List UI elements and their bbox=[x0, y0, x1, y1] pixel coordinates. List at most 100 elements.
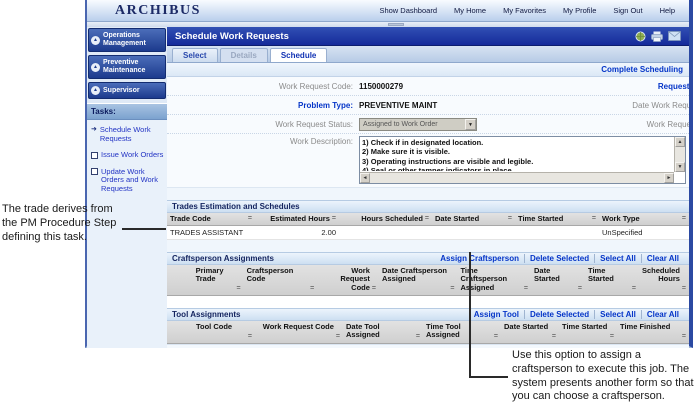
envelope-icon[interactable] bbox=[668, 31, 681, 41]
task-issue-work-orders[interactable]: Issue Work Orders bbox=[91, 150, 165, 160]
column-header-trade-code[interactable]: Trade Code = bbox=[167, 213, 255, 225]
date-work-requested-label: Date Work Requested: bbox=[632, 101, 689, 110]
task-schedule-work-requests[interactable]: ➜ Schedule Work Requests bbox=[91, 125, 165, 143]
column-header-date-tool-assigned[interactable]: Date Tool Assigned = bbox=[343, 321, 423, 343]
work-description-textarea[interactable]: 1) Check if in designated location. 2) M… bbox=[359, 136, 686, 184]
column-header-primary-trade[interactable]: Primary Trade = bbox=[193, 265, 244, 295]
sidebar-button-supervisor[interactable]: ▲ Supervisor bbox=[88, 82, 166, 99]
work-description-label: Work Description: bbox=[290, 137, 353, 146]
column-header-work-request-code[interactable]: Work Request Code = bbox=[317, 265, 379, 295]
menu-my-profile[interactable]: My Profile bbox=[563, 6, 596, 15]
assign-craftsperson-link[interactable]: Assign Craftsperson bbox=[435, 254, 524, 263]
printer-icon[interactable] bbox=[651, 31, 663, 42]
collapse-handle-icon[interactable] bbox=[388, 23, 404, 26]
estimated-hours-cell: 2.00 bbox=[321, 227, 336, 237]
sort-icon: = bbox=[681, 215, 686, 222]
clear-all-link[interactable]: Clear All bbox=[642, 254, 684, 263]
scroll-right-icon[interactable]: ► bbox=[664, 173, 674, 183]
spacer bbox=[167, 239, 689, 252]
sort-icon: = bbox=[247, 215, 252, 222]
sidebar-button-preventive-maintenance[interactable]: ▲ Preventive Maintenance bbox=[88, 55, 166, 79]
menu-my-favorites[interactable]: My Favorites bbox=[503, 6, 546, 15]
chevron-down-icon[interactable]: ▼ bbox=[465, 118, 476, 130]
sort-icon: = bbox=[247, 333, 252, 340]
sort-icon: = bbox=[371, 285, 376, 292]
table-row-trades[interactable]: TRADES ASSISTANT 2.00 UnSpecified bbox=[167, 225, 689, 240]
menu-my-home[interactable]: My Home bbox=[454, 6, 486, 15]
work-request-status-value: Assigned to Work Order bbox=[363, 120, 438, 128]
column-header-date-started[interactable]: Date Started = bbox=[531, 265, 585, 295]
tool-table-header: Tool Code = Work Request Code = Date Tool … bbox=[167, 320, 689, 344]
archibus-app-window: ARCHIBUS Show Dashboard My Home My Favor… bbox=[85, 0, 693, 348]
sort-icon: = bbox=[609, 333, 614, 340]
scroll-up-icon[interactable]: ▲ bbox=[675, 137, 685, 147]
work-request-step-status-label: Work Request Step Status: bbox=[646, 120, 689, 129]
column-header-work-type[interactable]: Work Type = bbox=[599, 213, 689, 225]
column-header-tool-code[interactable]: Tool Code = bbox=[193, 321, 255, 343]
requested-by-label[interactable]: Requested by: bbox=[467, 82, 689, 91]
column-header-date-started[interactable]: Date Started = bbox=[501, 321, 559, 343]
delete-selected-link[interactable]: Delete Selected bbox=[525, 310, 594, 319]
page-title: Schedule Work Requests bbox=[175, 30, 289, 42]
sidebar-button-operations-management[interactable]: ▲ Operations Management bbox=[88, 28, 166, 52]
column-header-craftsperson-code[interactable]: Craftsperson Code = bbox=[244, 265, 318, 295]
column-header-time-started[interactable]: Time Started = bbox=[515, 213, 599, 225]
annotation-trade-note: The trade derives from the PM Procedure … bbox=[2, 203, 117, 243]
circle-arrow-icon: ▲ bbox=[91, 62, 100, 72]
vertical-scrollbar[interactable]: ▲ ▼ bbox=[674, 137, 685, 172]
circle-arrow-icon: ▲ bbox=[91, 35, 100, 45]
complete-scheduling-link[interactable]: Complete Scheduling bbox=[601, 65, 683, 74]
sidebar: ▲ Operations Management ▲ Preventive Mai… bbox=[87, 27, 167, 348]
assign-tool-link[interactable]: Assign Tool bbox=[469, 310, 524, 319]
craftsperson-empty-rows bbox=[167, 295, 689, 308]
work-request-status-label: Work Request Status: bbox=[275, 120, 353, 129]
column-header-work-request-code[interactable]: Work Request Code = bbox=[255, 321, 343, 343]
column-header-date-craftsperson-assigned[interactable]: Date Craftsperson Assigned = bbox=[379, 265, 457, 295]
scroll-left-icon[interactable]: ◄ bbox=[360, 173, 370, 183]
column-header-time-finished[interactable]: Time Finished = bbox=[617, 321, 689, 343]
menu-sign-out[interactable]: Sign Out bbox=[613, 6, 642, 15]
sort-icon: = bbox=[424, 215, 429, 222]
callout-line-craftsperson-horizontal bbox=[469, 376, 508, 378]
column-header-time-started[interactable]: Time Started = bbox=[585, 265, 639, 295]
sort-icon: = bbox=[450, 285, 455, 292]
work-type-cell: UnSpecified bbox=[602, 227, 643, 237]
delete-selected-link[interactable]: Delete Selected bbox=[525, 254, 594, 263]
tool-empty-rows bbox=[167, 343, 689, 348]
task-label: Issue Work Orders bbox=[101, 150, 164, 159]
sort-icon: = bbox=[335, 333, 340, 340]
sort-icon: = bbox=[631, 285, 636, 292]
work-request-status-dropdown[interactable]: Assigned to Work Order ▼ bbox=[359, 117, 477, 131]
top-menu-bar: ARCHIBUS Show Dashboard My Home My Favor… bbox=[87, 0, 689, 22]
column-header-scheduled-hours[interactable]: Scheduled Hours = bbox=[639, 265, 689, 295]
tool-section-title: Tool Assignments bbox=[172, 309, 241, 319]
sidebar-button-label: Operations Management bbox=[103, 32, 146, 47]
tab-select[interactable]: Select bbox=[172, 48, 218, 62]
content-panel: Schedule Work Requests Select Details Sc… bbox=[167, 27, 689, 348]
select-all-link[interactable]: Select All bbox=[595, 310, 641, 319]
sidebar-button-label: Supervisor bbox=[103, 86, 140, 94]
sort-icon: = bbox=[331, 215, 336, 222]
column-header-time-started[interactable]: Time Started = bbox=[559, 321, 617, 343]
trade-code-cell: TRADES ASSISTANT bbox=[170, 227, 244, 237]
column-header-hours-scheduled[interactable]: Hours Scheduled = bbox=[339, 213, 432, 225]
scroll-down-icon[interactable]: ▼ bbox=[675, 162, 685, 172]
spacer bbox=[167, 188, 689, 200]
menu-show-dashboard[interactable]: Show Dashboard bbox=[379, 6, 437, 15]
column-header-estimated-hours[interactable]: Estimated Hours = bbox=[255, 213, 339, 225]
clear-all-link[interactable]: Clear All bbox=[642, 310, 684, 319]
view-title-bar: Schedule Work Requests bbox=[167, 27, 689, 46]
select-all-link[interactable]: Select All bbox=[595, 254, 641, 263]
task-update-work-orders[interactable]: Update Work Orders and Work Requests bbox=[91, 167, 165, 194]
menu-help[interactable]: Help bbox=[660, 6, 675, 15]
column-header-time-tool-assigned[interactable]: Time Tool Assigned = bbox=[423, 321, 501, 343]
sidebar-button-label: Preventive Maintenance bbox=[103, 59, 146, 74]
select-column bbox=[167, 321, 193, 343]
column-header-date-started[interactable]: Date Started = bbox=[432, 213, 515, 225]
sort-icon: = bbox=[523, 285, 529, 292]
sort-icon: = bbox=[507, 215, 512, 222]
tab-schedule[interactable]: Schedule bbox=[269, 48, 328, 62]
globe-icon[interactable] bbox=[635, 31, 646, 42]
horizontal-scrollbar[interactable]: ◄ ► bbox=[360, 172, 674, 183]
problem-type-label[interactable]: Problem Type: bbox=[167, 101, 353, 110]
